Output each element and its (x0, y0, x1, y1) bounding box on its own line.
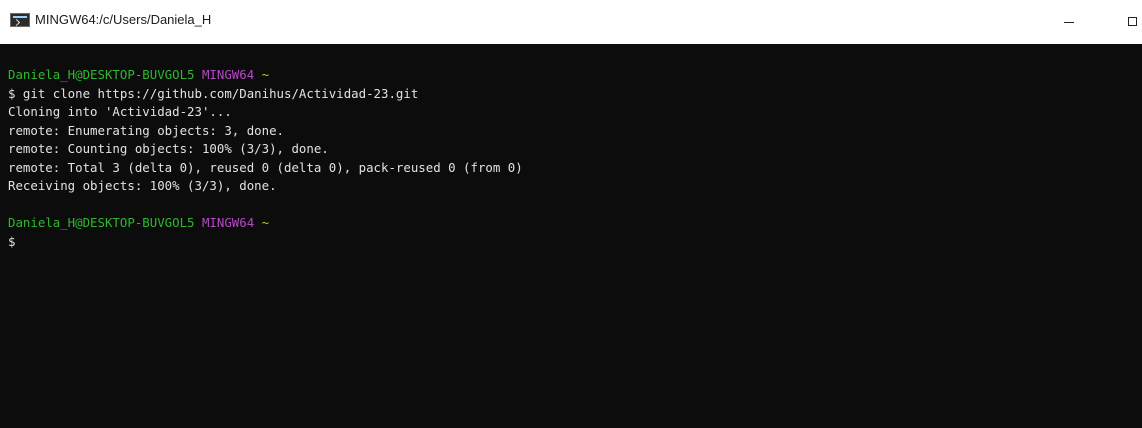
prompt-msystem: MINGW64 (201, 67, 255, 82)
window-title: MINGW64:/c/Users/Daniela_H (35, 12, 212, 27)
output-line: Receiving objects: 100% (3/3), done. (8, 178, 277, 193)
terminal-window: MINGW64:/c/Users/Daniela_H Daniela_H@DES… (0, 0, 1142, 428)
output-line: remote: Enumerating objects: 3, done. (8, 122, 285, 138)
title-bar[interactable]: MINGW64:/c/Users/Daniela_H (0, 0, 1142, 44)
prompt-user-host: Daniela_H@DESKTOP-BUVGOL5 (8, 67, 195, 82)
command-line: $ git clone https://github.com/Danihus/A… (8, 85, 419, 101)
input-line[interactable]: $ (8, 233, 1142, 252)
terminal-icon (10, 13, 30, 27)
terminal-output-area[interactable]: Daniela_H@DESKTOP-BUVGOL5 MINGW64 ~ $ gi… (0, 44, 1142, 428)
prompt-user-host: Daniela_H@DESKTOP-BUVGOL5 (8, 215, 195, 230)
prompt-line: Daniela_H@DESKTOP-BUVGOL5 MINGW64 ~ (8, 66, 1142, 85)
minimize-icon (1064, 22, 1074, 23)
prompt-msystem: MINGW64 (201, 215, 255, 230)
output-line: remote: Counting objects: 100% (3/3), do… (8, 141, 329, 156)
output-line: remote: Total 3 (delta 0), reused 0 (del… (8, 159, 523, 175)
maximize-button[interactable] (1110, 0, 1142, 44)
minimize-button[interactable] (1046, 0, 1092, 44)
prompt-path: ~ (261, 67, 270, 82)
output-line: Cloning into 'Actividad-23'... (8, 104, 232, 119)
prompt-path: ~ (261, 215, 270, 230)
maximize-icon (1128, 17, 1137, 26)
prompt-line: Daniela_H@DESKTOP-BUVGOL5 MINGW64 ~ (8, 214, 1142, 233)
